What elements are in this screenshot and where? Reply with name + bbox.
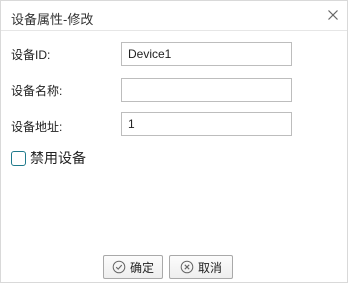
device-name-field[interactable]: [121, 78, 292, 102]
ok-button-label: 确定: [129, 260, 154, 275]
ok-button[interactable]: 确定: [103, 255, 163, 279]
dialog-title: 设备属性-修改: [11, 12, 94, 27]
device-address-label: 设备地址:: [11, 120, 63, 134]
check-circle-icon: [112, 260, 126, 274]
device-address-field[interactable]: [121, 112, 292, 136]
disable-device-label: 禁用设备: [30, 150, 86, 166]
dialog-titlebar: 设备属性-修改: [1, 1, 347, 31]
close-icon[interactable]: [325, 7, 341, 23]
cancel-button[interactable]: 取消: [169, 255, 233, 279]
device-id-field[interactable]: [121, 42, 292, 66]
device-name-label: 设备名称:: [11, 84, 63, 98]
device-id-label: 设备ID:: [11, 48, 51, 62]
cancel-button-label: 取消: [197, 260, 222, 275]
device-properties-dialog: 设备属性-修改 设备ID: 设备名称: 设备地址: 禁用设备 确定 取消: [0, 0, 348, 283]
checkbox-square[interactable]: [11, 150, 26, 166]
x-circle-icon: [180, 260, 194, 274]
disable-device-checkbox[interactable]: 禁用设备: [11, 149, 86, 167]
